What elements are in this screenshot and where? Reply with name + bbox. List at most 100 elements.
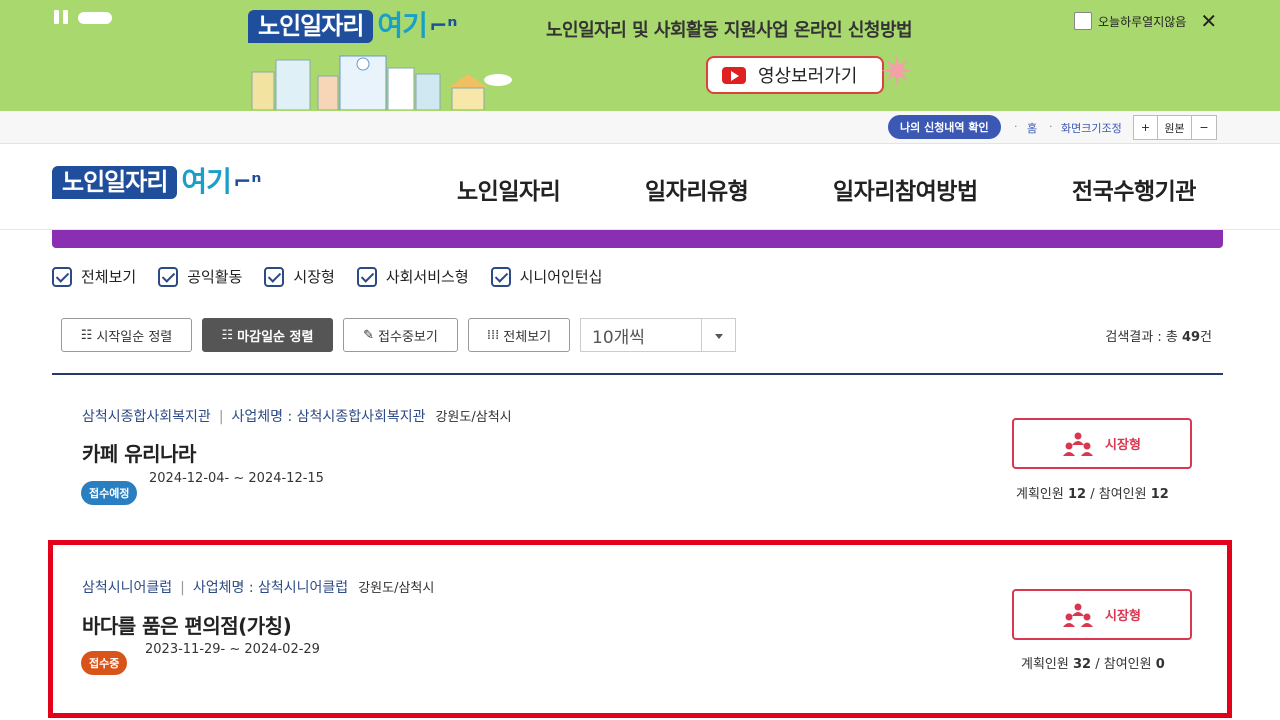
- youtube-play-icon: [722, 66, 746, 84]
- filter-label: 시장형: [293, 268, 335, 286]
- sort-label: 마감일순 정렬: [237, 329, 314, 345]
- home-link[interactable]: 홈: [1027, 120, 1037, 136]
- no-show-checkbox[interactable]: [1074, 12, 1092, 30]
- site-logo[interactable]: 노인일자리 여기 ⌐ⁿ: [52, 166, 261, 199]
- job-dates: 2023-11-29- ~ 2024-02-29: [145, 642, 320, 657]
- sort-label: 시작일순 정렬: [96, 329, 173, 345]
- planned-value: 12: [1067, 487, 1087, 502]
- site-logo-main: 노인일자리: [52, 166, 178, 199]
- banner-logo: 노인일자리 여기 ⌐ⁿ: [248, 10, 457, 43]
- filter-label: 사회서비스형: [385, 268, 469, 286]
- participants-label: 참여인원: [1098, 487, 1147, 502]
- job-title[interactable]: 바다를 품은 편의점(가칭): [82, 610, 292, 639]
- checkbox-checked-icon[interactable]: [490, 266, 511, 287]
- filter-all[interactable]: 전체보기: [52, 266, 136, 287]
- sort-deadline-button[interactable]: ☷ 마감일순 정렬: [202, 318, 333, 352]
- job-type-label: 시장형: [1105, 438, 1141, 453]
- job-dates: 2024-12-04- ~ 2024-12-15: [149, 471, 324, 486]
- result-suffix: 건: [1200, 330, 1212, 345]
- sort-label: 접수중보기: [378, 329, 438, 345]
- planned-value: 32: [1072, 657, 1092, 672]
- people-group-icon: [1063, 432, 1094, 456]
- burst-decoration-icon: ✷: [880, 49, 914, 95]
- job-type-box: 시장형: [1012, 418, 1192, 469]
- job-card[interactable]: 삼척시니어클럽 | 사업체명 : 삼척시니어클럽 강원도/삼척시 바다를 품은 편의점…: [52, 552, 1223, 712]
- page-size-select[interactable]: 10개씩: [580, 318, 736, 352]
- result-prefix: 검색결과 : 총: [1105, 330, 1182, 345]
- type-filters: 전체보기 공익활동 시장형 사회서비스형 시니어인턴십: [52, 266, 602, 287]
- video-button[interactable]: 영상보러가기: [706, 56, 884, 94]
- pause-icon[interactable]: [54, 10, 68, 24]
- filter-senior-intern[interactable]: 시니어인턴십: [490, 266, 603, 287]
- font-resize-label: 화면크기조정: [1061, 122, 1122, 135]
- status-badge: 접수예정: [81, 481, 138, 505]
- result-count: 49: [1181, 330, 1201, 345]
- zoom-in-button[interactable]: +: [1133, 115, 1158, 140]
- filter-market[interactable]: 시장형: [264, 266, 335, 287]
- meta-separator: |: [180, 580, 185, 596]
- checkbox-checked-icon[interactable]: [158, 266, 179, 287]
- people-group-icon: [1063, 603, 1094, 627]
- grid-icon: ⁞⁞⁞: [486, 327, 500, 343]
- utility-bar: 나의 신청내역 확인 · 홈 · 화면크기조정 + 원본 −: [0, 111, 1280, 144]
- show-all-button[interactable]: ⁞⁞⁞ 전체보기: [468, 318, 570, 352]
- list-icon: ☷: [80, 327, 93, 343]
- job-counts: 계획인원 12 / 참여인원 12: [1016, 487, 1169, 502]
- banner-title: 노인일자리 및 사회활동 지원사업 온라인 신청방법: [546, 20, 913, 41]
- job-org[interactable]: 삼척시니어클럽: [82, 580, 172, 596]
- job-meta: 삼척시종합사회복지관 | 사업체명 : 삼척시종합사회복지관 강원도/삼척시: [82, 406, 512, 426]
- job-title[interactable]: 카페 유리나라: [82, 438, 196, 467]
- list-divider: [52, 373, 1223, 375]
- close-icon[interactable]: ✕: [1200, 11, 1217, 31]
- filter-label: 공익활동: [187, 268, 243, 286]
- logo-mark-icon: ⌐ⁿ: [232, 169, 262, 195]
- filter-social-service[interactable]: 사회서비스형: [356, 266, 469, 287]
- participants-value: 12: [1150, 487, 1169, 502]
- nav-senior-jobs[interactable]: 노인일자리: [457, 172, 561, 206]
- job-type-box: 시장형: [1012, 589, 1192, 640]
- checkbox-checked-icon[interactable]: [264, 266, 285, 287]
- job-business: 사업체명 : 삼척시니어클럽: [192, 580, 349, 596]
- zoom-out-button[interactable]: −: [1192, 115, 1217, 140]
- promo-banner: 노인일자리 여기 ⌐ⁿ 노인일자리 및 사회활동 지원사업 온라인 신청방법 영…: [0, 0, 1280, 111]
- slide-indicator[interactable]: [78, 12, 112, 24]
- meta-separator: |: [218, 409, 224, 425]
- show-open-button[interactable]: ✎ 접수중보기: [343, 318, 458, 352]
- job-card[interactable]: 삼척시종합사회복지관 | 사업체명 : 삼척시종합사회복지관 강원도/삼척시 카페 유…: [52, 380, 1223, 520]
- job-region: 강원도/삼척시: [435, 410, 512, 425]
- zoom-original-button[interactable]: 원본: [1158, 115, 1192, 140]
- job-region: 강원도/삼척시: [358, 581, 435, 596]
- planned-label: 계획인원: [1016, 487, 1064, 502]
- filter-public[interactable]: 공익활동: [158, 266, 242, 287]
- filter-label: 전체보기: [81, 268, 137, 286]
- nav-agencies[interactable]: 전국수행기관: [1072, 172, 1196, 206]
- job-org[interactable]: 삼척시종합사회복지관: [82, 409, 211, 425]
- separator-dot: ·: [1014, 120, 1018, 133]
- search-result-count: 검색결과 : 총 49건: [1105, 326, 1212, 345]
- video-button-label: 영상보러가기: [758, 66, 858, 87]
- job-business: 사업체명 : 삼척시종합사회복지관: [231, 409, 426, 425]
- chevron-down-icon: [701, 319, 735, 351]
- sort-start-date-button[interactable]: ☷ 시작일순 정렬: [61, 318, 192, 352]
- sort-label: 전체보기: [503, 329, 552, 345]
- my-application-button[interactable]: 나의 신청내역 확인: [888, 115, 1001, 139]
- banner-logo-main: 노인일자리: [248, 10, 374, 43]
- city-illustration-icon: [251, 55, 512, 110]
- nav-how-to-join[interactable]: 일자리참여방법: [833, 172, 978, 206]
- no-show-label: 오늘하루열지않음: [1098, 14, 1187, 29]
- checkbox-checked-icon[interactable]: [356, 266, 377, 287]
- pencil-icon: ✎: [363, 327, 375, 343]
- section-accent-bar: [52, 230, 1223, 248]
- logo-mark-icon: ⌐ⁿ: [428, 13, 458, 39]
- planned-label: 계획인원: [1021, 657, 1069, 672]
- no-show-today[interactable]: 오늘하루열지않음 ✕: [1074, 11, 1217, 31]
- site-logo-sub: 여기: [181, 165, 232, 198]
- participants-label: 참여인원: [1103, 657, 1152, 672]
- banner-logo-sub: 여기: [377, 9, 428, 42]
- filter-label: 시니어인턴십: [519, 268, 603, 286]
- nav-job-types[interactable]: 일자리유형: [645, 172, 749, 206]
- job-type-label: 시장형: [1105, 609, 1141, 624]
- separator-dot: ·: [1049, 120, 1053, 133]
- checkbox-checked-icon[interactable]: [52, 266, 72, 287]
- job-meta: 삼척시니어클럽 | 사업체명 : 삼척시니어클럽 강원도/삼척시: [82, 577, 434, 597]
